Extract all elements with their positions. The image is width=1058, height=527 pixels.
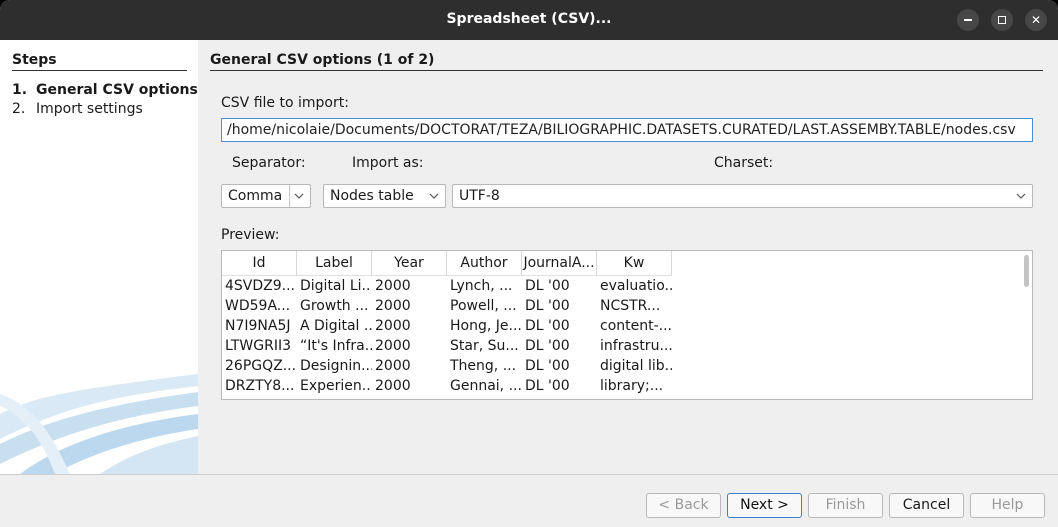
table-cell: A Digital ... xyxy=(300,318,372,334)
table-cell: LTWGRII3 xyxy=(225,338,292,354)
table-cell: N7I9NA5J xyxy=(225,318,291,334)
table-body: 4SVDZ9... Digital Li... 2000 Lynch, ... DL '… xyxy=(222,277,672,397)
table-cell: DL '00 xyxy=(525,358,570,374)
finish-button[interactable]: Finish xyxy=(808,493,883,518)
step-general-csv-options: 1. General CSV options xyxy=(12,82,198,98)
step-label: General CSV options xyxy=(36,82,198,98)
table-cell: DRZTY8... xyxy=(225,378,295,394)
table-cell: 4SVDZ9... xyxy=(225,278,295,294)
table-row[interactable]: WD59A... Growth ... 2000 Powell, ... DL '00 N… xyxy=(222,297,672,317)
maximize-button[interactable] xyxy=(991,9,1013,31)
decorative-swoosh-graphic xyxy=(0,374,198,474)
section-title: General CSV options (1 of 2) xyxy=(210,52,435,68)
main-content: General CSV options (1 of 2) CSV file to… xyxy=(198,40,1058,474)
separator-label: Separator: xyxy=(232,155,306,171)
table-cell: Star, Su... xyxy=(450,338,519,354)
table-cell: Designin... xyxy=(300,358,372,374)
combo-divider xyxy=(289,185,290,207)
maximize-icon xyxy=(998,15,1006,24)
charset-value: UTF-8 xyxy=(459,188,500,204)
table-cell: WD59A... xyxy=(225,298,291,314)
table-row[interactable]: DRZTY8... Experien... 2000 Gennai, ... DL '0… xyxy=(222,377,672,397)
step-label: Import settings xyxy=(36,101,143,117)
import-as-select[interactable]: Nodes table xyxy=(323,184,446,208)
table-cell: Hong, Je... xyxy=(450,318,522,334)
column-header[interactable]: Author xyxy=(447,251,522,276)
csv-file-label: CSV file to import: xyxy=(221,95,349,111)
minimize-button[interactable] xyxy=(957,9,979,31)
window-title: Spreadsheet (CSV)... xyxy=(446,11,612,27)
import-as-value: Nodes table xyxy=(330,188,414,204)
table-cell: Experien... xyxy=(300,378,372,394)
table-row[interactable]: 4SVDZ9... Digital Li... 2000 Lynch, ... DL '… xyxy=(222,277,672,297)
table-cell: DL '00 xyxy=(525,338,570,354)
table-cell: Digital Li... xyxy=(300,278,372,294)
close-button[interactable]: ✕ xyxy=(1025,9,1047,31)
import-dialog-window: Spreadsheet (CSV)... ✕ Steps 1. General C… xyxy=(0,0,1058,527)
table-cell: “It's Infra... xyxy=(300,338,372,354)
step-import-settings: 2. Import settings xyxy=(12,101,143,117)
steps-sidebar: Steps 1. General CSV options 2. Import set… xyxy=(0,40,198,474)
chevron-down-icon xyxy=(429,193,439,199)
minimize-icon xyxy=(964,18,972,21)
cancel-button[interactable]: Cancel xyxy=(889,493,964,518)
table-cell: Powell, ... xyxy=(450,298,517,314)
column-header[interactable]: Year xyxy=(372,251,447,276)
table-cell: digital lib... xyxy=(600,358,672,374)
preview-table[interactable]: Id Label Year Author JournalA... Kw 4SVD… xyxy=(221,250,1033,400)
title-bar: Spreadsheet (CSV)... ✕ xyxy=(0,0,1058,40)
next-button[interactable]: Next > xyxy=(727,493,802,518)
help-button[interactable]: Help xyxy=(970,493,1045,518)
chevron-down-icon xyxy=(1016,193,1026,199)
table-cell: content-... xyxy=(600,318,672,334)
charset-label: Charset: xyxy=(714,155,774,171)
vertical-scrollbar[interactable] xyxy=(1024,255,1029,287)
preview-label: Preview: xyxy=(221,227,280,243)
import-as-label: Import as: xyxy=(352,155,424,171)
table-cell: evaluatio... xyxy=(600,278,672,294)
table-cell: Growth ... xyxy=(300,298,369,314)
table-row[interactable]: N7I9NA5J A Digital ... 2000 Hong, Je... DL '… xyxy=(222,317,672,337)
table-cell: library;... xyxy=(600,378,664,394)
close-icon: ✕ xyxy=(1030,13,1042,27)
table-cell: DL '00 xyxy=(525,318,570,334)
table-row[interactable]: LTWGRII3 “It's Infra... 2000 Star, Su... DL … xyxy=(222,337,672,357)
charset-select[interactable]: UTF-8 xyxy=(452,184,1033,208)
table-header: Id Label Year Author JournalA... Kw xyxy=(222,251,672,276)
table-cell: DL '00 xyxy=(525,278,570,294)
table-cell: 2000 xyxy=(375,298,411,314)
steps-title: Steps xyxy=(12,52,57,68)
table-cell: DL '00 xyxy=(525,298,570,314)
column-header[interactable]: Label xyxy=(297,251,372,276)
button-bar: < Back Next > Finish Cancel Help xyxy=(0,474,1058,527)
table-cell: Gennai, ... xyxy=(450,378,522,394)
separator-value: Comma xyxy=(228,188,283,204)
table-cell: Theng, ... xyxy=(450,358,517,374)
chevron-down-icon xyxy=(294,193,304,199)
separator-select[interactable]: Comma xyxy=(221,184,311,208)
csv-file-path-input[interactable] xyxy=(221,118,1033,142)
table-cell: 2000 xyxy=(375,318,411,334)
steps-divider xyxy=(12,70,187,71)
step-number: 1. xyxy=(12,82,28,98)
table-cell: Lynch, ... xyxy=(450,278,513,294)
back-button[interactable]: < Back xyxy=(646,493,721,518)
table-cell: 2000 xyxy=(375,338,411,354)
column-header[interactable]: Kw xyxy=(597,251,672,276)
table-cell: 2000 xyxy=(375,278,411,294)
table-cell: infrastru... xyxy=(600,338,672,354)
table-row[interactable]: 26PGQZ... Designin... 2000 Theng, ... DL '00… xyxy=(222,357,672,377)
step-number: 2. xyxy=(12,101,26,117)
table-cell: 2000 xyxy=(375,358,411,374)
section-divider xyxy=(210,70,1043,71)
table-cell: 26PGQZ... xyxy=(225,358,297,374)
column-header[interactable]: Id xyxy=(222,251,297,276)
table-cell: 2000 xyxy=(375,378,411,394)
table-cell: NCSTR... xyxy=(600,298,661,314)
column-header[interactable]: JournalA... xyxy=(522,251,597,276)
table-cell: DL '00 xyxy=(525,378,570,394)
